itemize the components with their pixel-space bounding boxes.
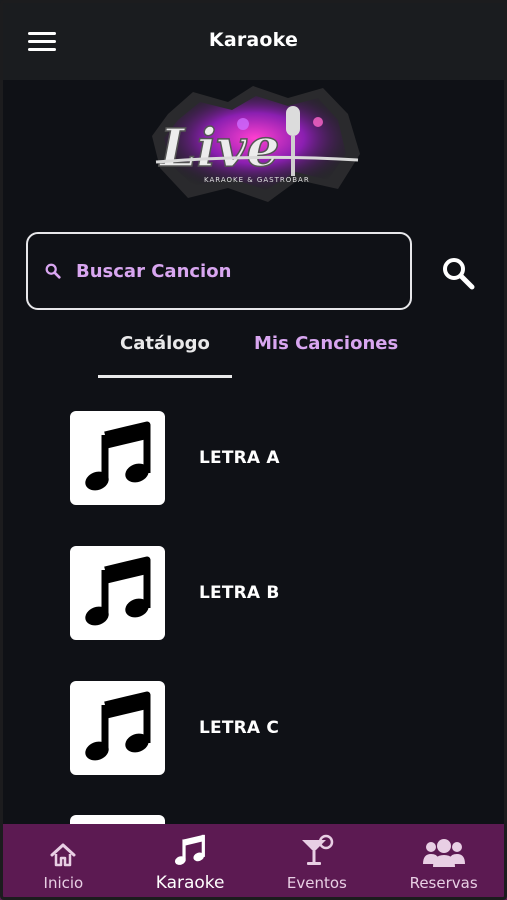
song-title: LETRA B (199, 583, 280, 603)
nav-karaoke[interactable]: Karaoke (127, 824, 254, 900)
music-note-icon (175, 834, 206, 865)
nav-inicio[interactable]: Inicio (0, 824, 127, 900)
song-cover (70, 681, 165, 775)
logo-tagline: KARAOKE & GASTROBAR (204, 176, 310, 184)
search-input[interactable] (74, 259, 378, 283)
search-icon[interactable] (440, 255, 476, 291)
song-cover (70, 411, 165, 505)
search-field[interactable] (26, 232, 412, 310)
active-tab-indicator (98, 375, 232, 378)
nav-label: Eventos (286, 874, 347, 892)
tab-catalogo[interactable]: Catálogo (120, 333, 210, 354)
bottom-navigation: Inicio Karaoke Eventos Reservas (0, 824, 507, 900)
users-icon (422, 839, 465, 867)
nav-label: Inicio (43, 874, 84, 892)
cocktail-icon (301, 834, 334, 865)
music-note-icon (84, 691, 150, 761)
song-item[interactable]: LETRA B (70, 546, 450, 640)
song-item[interactable]: LETRA A (70, 411, 450, 505)
app-header: Karaoke (0, 0, 507, 80)
song-cover (70, 546, 165, 640)
tab-mis-canciones[interactable]: Mis Canciones (254, 333, 398, 354)
tab-bar: Catálogo Mis Canciones (0, 326, 507, 380)
page-title: Karaoke (208, 29, 299, 51)
search-icon (45, 263, 61, 279)
song-item[interactable]: LETRA C (70, 681, 450, 775)
nav-eventos[interactable]: Eventos (254, 824, 381, 900)
logo-wordmark: Live (158, 118, 280, 179)
nav-label: Reservas (409, 874, 478, 892)
music-note-icon (84, 556, 150, 626)
nav-reservas[interactable]: Reservas (380, 824, 507, 900)
song-title: LETRA A (199, 448, 280, 468)
karaoke-logo: Live KARAOKE & GASTROBAR (152, 86, 360, 202)
hamburger-menu-icon[interactable] (28, 32, 56, 52)
home-icon (50, 843, 76, 867)
nav-label: Karaoke (155, 873, 225, 893)
song-title: LETRA C (199, 718, 280, 738)
music-note-icon (84, 421, 150, 491)
